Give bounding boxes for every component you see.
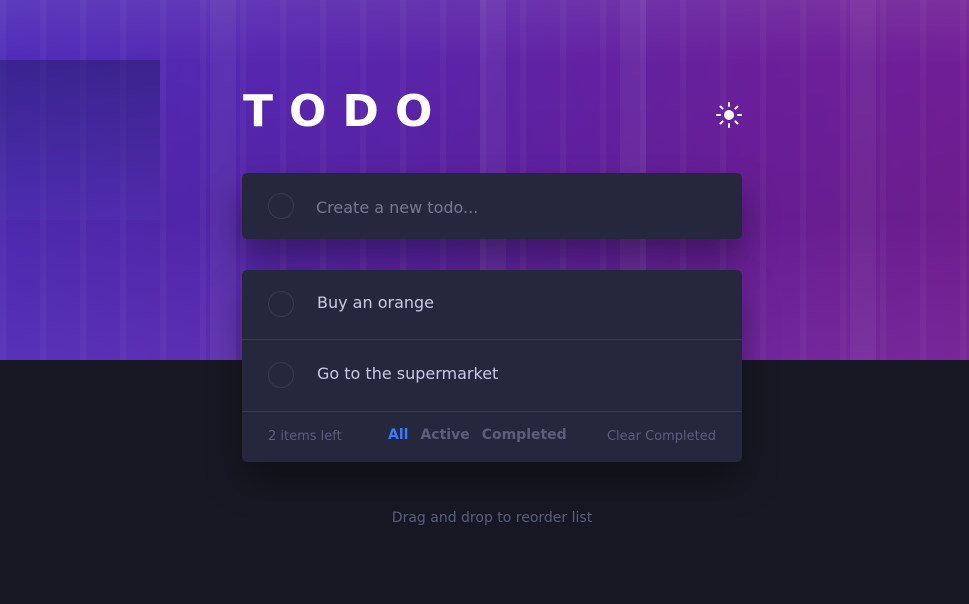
theme-toggle-button[interactable]: [714, 100, 744, 130]
new-todo-card: [242, 173, 742, 239]
items-left-count: 2 items left: [268, 429, 342, 444]
sun-icon: [716, 102, 742, 128]
todo-checkbox[interactable]: [268, 291, 294, 317]
new-todo-input[interactable]: [314, 189, 718, 225]
todo-item[interactable]: Go to the supermarket: [242, 340, 742, 412]
filter-active-button[interactable]: Active: [420, 427, 469, 443]
hero-doorway-shape: [0, 60, 160, 220]
filter-completed-button[interactable]: Completed: [482, 427, 567, 443]
new-todo-checkbox[interactable]: [268, 193, 294, 219]
app-title: TODO: [243, 86, 449, 137]
filter-group: All Active Completed: [388, 427, 567, 443]
todo-item[interactable]: Buy an orange: [242, 270, 742, 340]
todo-footer: 2 items left All Active Completed Clear …: [242, 412, 742, 462]
todo-text: Buy an orange: [317, 293, 435, 312]
hero-pillar: [850, 0, 876, 360]
clear-completed-button[interactable]: Clear Completed: [607, 429, 716, 444]
todo-checkbox[interactable]: [268, 362, 294, 388]
todo-text: Go to the supermarket: [317, 364, 499, 383]
filter-all-button[interactable]: All: [388, 427, 408, 443]
drag-hint: Drag and drop to reorder list: [391, 510, 593, 526]
hero-pillar: [210, 0, 236, 360]
todo-list: Buy an orange Go to the supermarket 2 it…: [242, 270, 742, 462]
